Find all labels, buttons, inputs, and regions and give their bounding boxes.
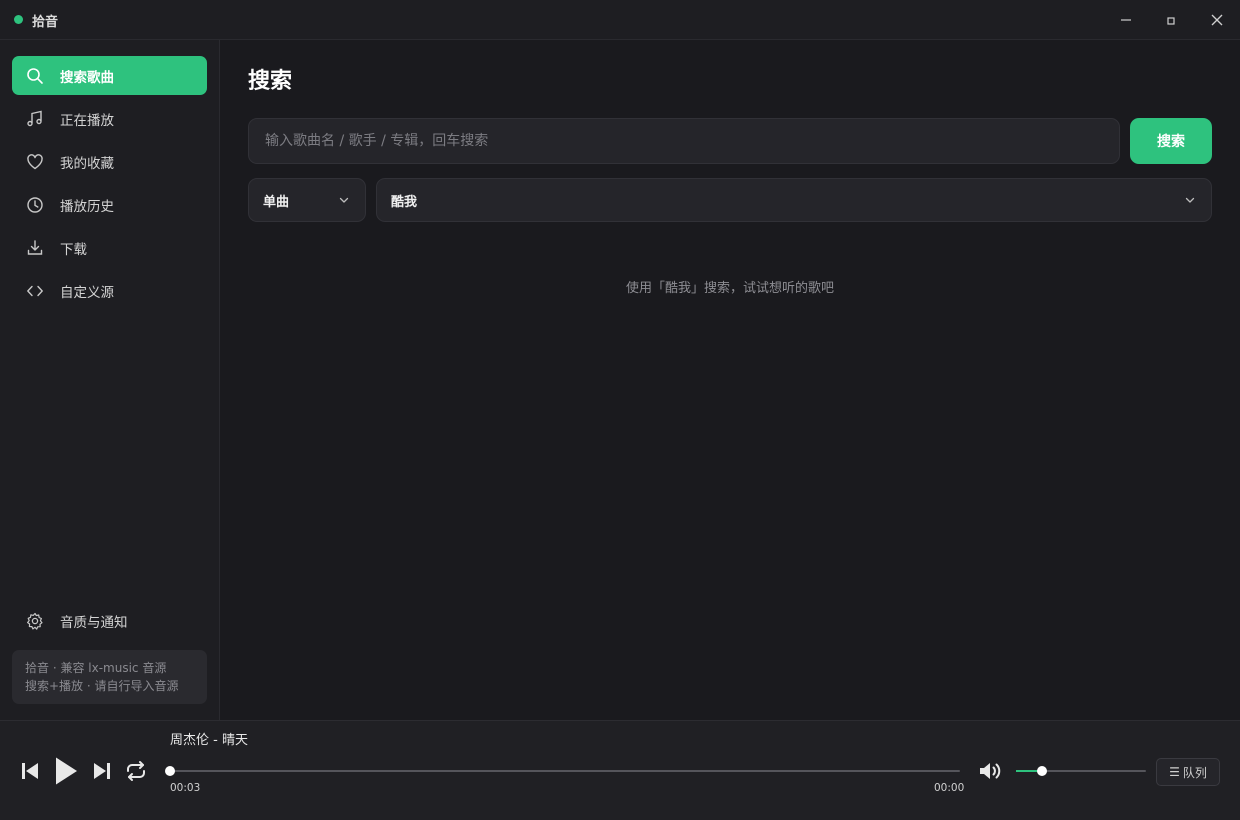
type-select-value: 单曲	[263, 194, 290, 210]
type-select[interactable]: 单曲	[248, 178, 366, 222]
maximize-icon	[1167, 17, 1175, 25]
sidebar-item-label: 搜索歌曲	[60, 69, 114, 86]
player-bar: 周杰伦 - 晴天 00:03 00:00 ☰ 队列	[0, 720, 1240, 820]
sidebar-item-label: 我的收藏	[60, 155, 114, 172]
play-icon	[56, 757, 77, 785]
repeat-button[interactable]	[122, 757, 150, 785]
title-bar: 拾音	[0, 0, 1240, 40]
note-line-1: 拾音 · 兼容 lx-music 音源	[25, 661, 167, 675]
sidebar-item-label: 自定义源	[60, 284, 114, 301]
sidebar-item-settings[interactable]: 音质与通知	[12, 601, 207, 640]
chevron-down-icon	[337, 193, 351, 207]
sidebar-item-custom-source[interactable]: 自定义源	[12, 271, 207, 310]
progress-slider[interactable]	[165, 766, 960, 776]
now-playing-title: 周杰伦 - 晴天	[170, 733, 248, 748]
heart-icon	[24, 151, 46, 173]
skip-next-icon	[94, 763, 110, 779]
close-icon	[1211, 14, 1223, 26]
time-total: 00:00	[934, 782, 965, 794]
queue-button[interactable]: ☰ 队列	[1156, 758, 1220, 786]
music-note-icon	[24, 108, 46, 130]
sidebar-item-label: 正在播放	[60, 112, 114, 129]
play-button[interactable]	[50, 755, 82, 787]
page-title: 搜索	[248, 69, 293, 94]
time-current: 00:03	[170, 782, 201, 794]
sidebar-item-download[interactable]: 下载	[12, 228, 207, 267]
search-input[interactable]	[248, 118, 1120, 164]
app-title: 拾音	[32, 15, 59, 30]
sidebar-item-now-playing[interactable]: 正在播放	[12, 99, 207, 138]
empty-state-hint: 使用「酷我」搜索，试试想听的歌吧	[625, 281, 834, 296]
next-button[interactable]	[88, 757, 116, 785]
minimize-button[interactable]	[1103, 0, 1149, 40]
volume-button[interactable]	[976, 757, 1006, 785]
note-line-2: 搜索+播放 · 请自行导入音源	[25, 679, 179, 693]
previous-button[interactable]	[16, 757, 44, 785]
search-icon	[24, 65, 46, 87]
source-select[interactable]: 酷我	[376, 178, 1212, 222]
repeat-icon	[127, 761, 145, 781]
list-icon: ☰	[1169, 765, 1180, 779]
sidebar-item-favorites[interactable]: 我的收藏	[12, 142, 207, 181]
maximize-button[interactable]	[1148, 0, 1194, 40]
chevron-down-icon	[1183, 193, 1197, 207]
close-button[interactable]	[1194, 0, 1240, 40]
sidebar-item-search[interactable]: 搜索歌曲	[12, 56, 207, 95]
sidebar-item-history[interactable]: 播放历史	[12, 185, 207, 224]
sidebar-note: 拾音 · 兼容 lx-music 音源 搜索+播放 · 请自行导入音源	[12, 650, 207, 704]
volume-icon	[980, 763, 1001, 779]
sidebar: 搜索歌曲 正在播放 我的收藏 播放历史 下载 自定义源 音质与通知 拾音 · 兼…	[0, 40, 220, 720]
volume-handle[interactable]	[1037, 766, 1047, 776]
settings-label: 音质与通知	[60, 614, 128, 631]
gear-icon	[24, 610, 46, 632]
progress-handle[interactable]	[165, 766, 175, 776]
minimize-icon	[1121, 19, 1131, 21]
download-icon	[24, 237, 46, 259]
clock-icon	[24, 194, 46, 216]
skip-previous-icon	[22, 763, 38, 779]
sidebar-item-label: 下载	[60, 241, 87, 258]
queue-label: 队列	[1182, 765, 1207, 780]
volume-slider[interactable]	[1016, 766, 1146, 776]
code-icon	[24, 280, 46, 302]
source-select-value: 酷我	[391, 194, 418, 210]
status-dot-icon	[14, 15, 23, 24]
sidebar-item-label: 播放历史	[60, 198, 114, 215]
search-button[interactable]: 搜索	[1130, 118, 1212, 164]
